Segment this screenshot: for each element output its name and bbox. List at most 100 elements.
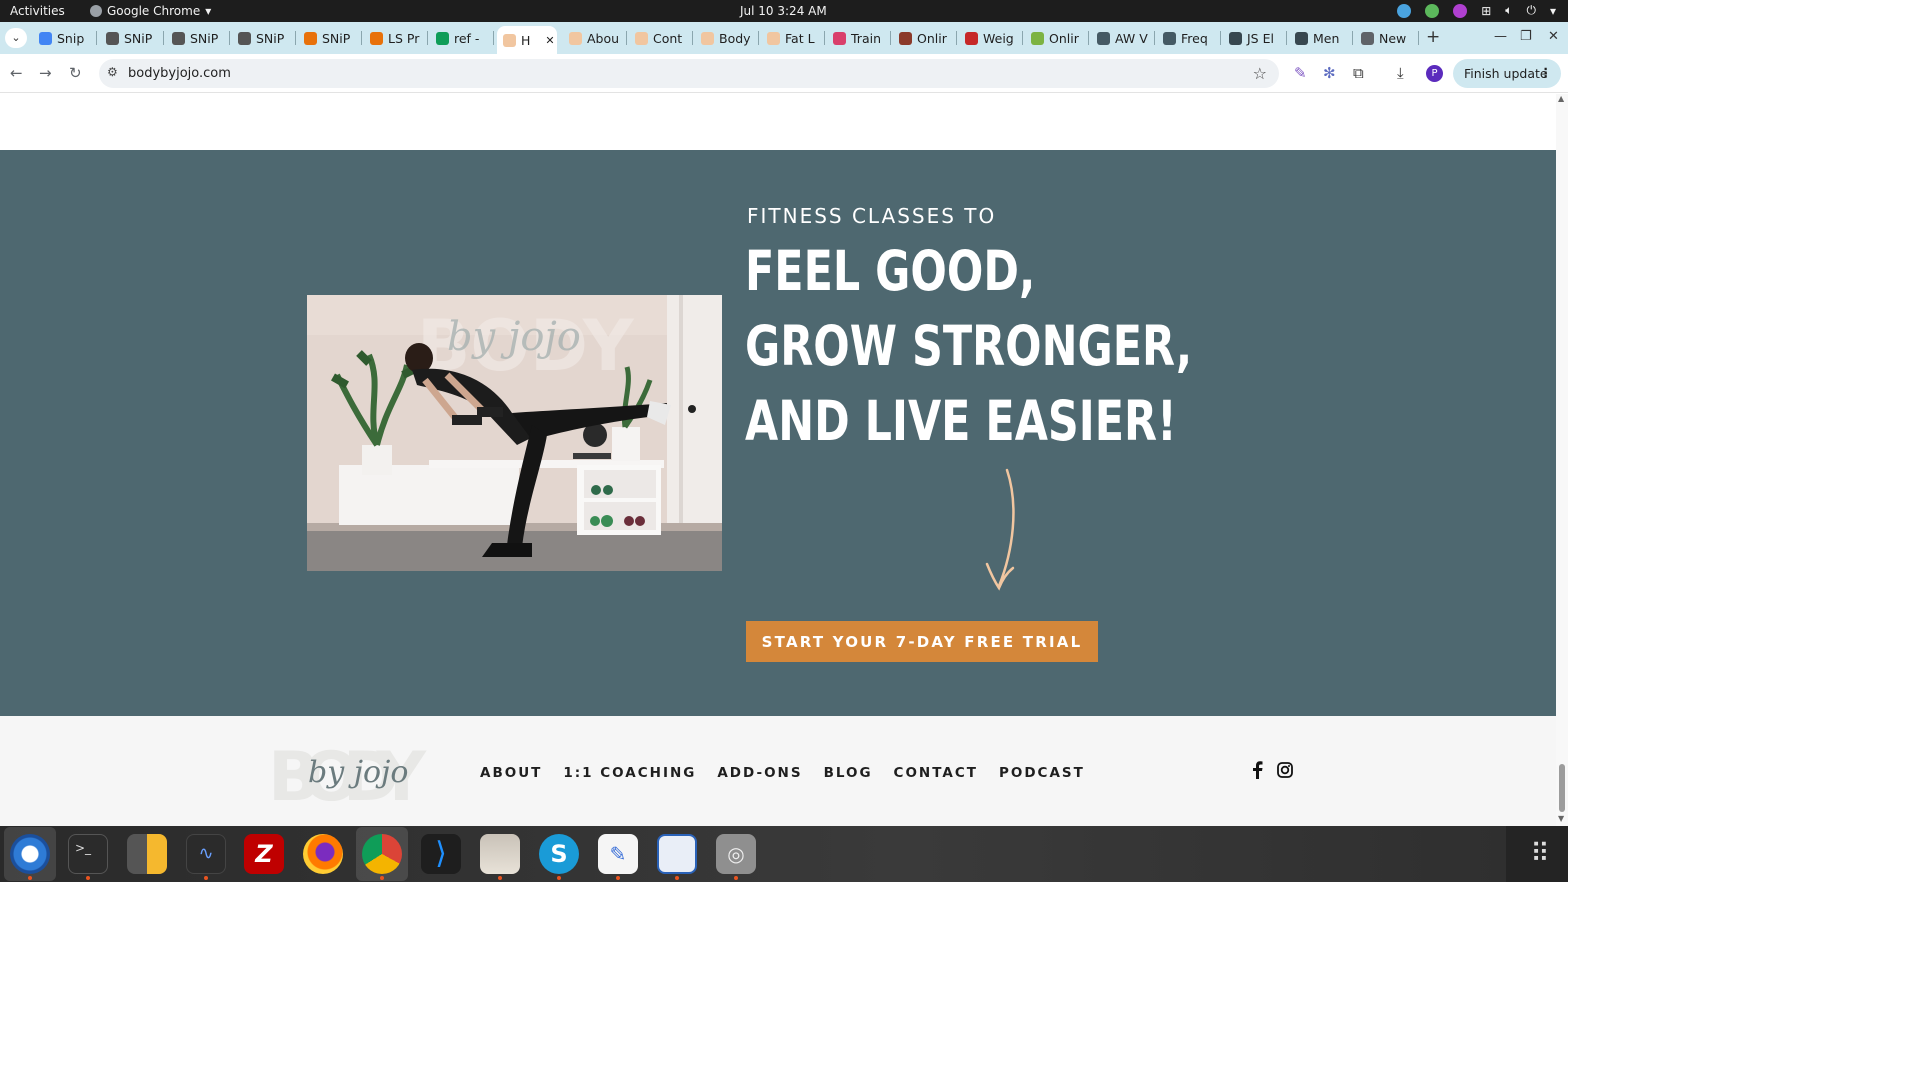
browser-tab[interactable]: Onlir — [1025, 26, 1089, 50]
tab-separator — [493, 31, 494, 45]
pen-extension-icon[interactable]: ✎ — [1294, 64, 1307, 82]
browser-tab[interactable]: ref - — [430, 26, 494, 50]
browser-tab[interactable]: AW V — [1091, 26, 1155, 50]
gear-extension-icon[interactable]: ✻ — [1323, 64, 1336, 82]
tab-search-icon[interactable]: ⌄ — [5, 28, 27, 48]
activities-button[interactable]: Activities — [10, 4, 65, 18]
browser-tab[interactable]: Men — [1289, 26, 1353, 50]
footer-nav-coaching[interactable]: 1:1 COACHING — [563, 765, 696, 781]
woman-exercising-image: BODY by jojo — [307, 295, 722, 571]
start-free-trial-button[interactable]: START YOUR 7-DAY FREE TRIAL — [746, 621, 1098, 662]
footer-nav-podcast[interactable]: PODCAST — [999, 765, 1085, 781]
running-indicator — [734, 876, 738, 880]
kebab-menu-icon[interactable]: ⋮ — [1540, 65, 1553, 80]
profile-avatar[interactable]: P — [1426, 65, 1443, 82]
forward-icon[interactable]: → — [39, 64, 52, 82]
tab-separator — [1022, 31, 1023, 45]
site-footer: BODY by jojo ABOUT 1:1 COACHING ADD-ONS … — [0, 716, 1556, 826]
writer-icon[interactable] — [657, 834, 697, 874]
terminal-icon[interactable]: >_ — [68, 834, 108, 874]
download-icon[interactable]: ⤓ — [1397, 64, 1404, 82]
bookmark-star-icon[interactable]: ☆ — [1253, 64, 1267, 83]
minimize-icon[interactable]: — — [1494, 29, 1507, 44]
tab-favicon-icon — [503, 33, 516, 47]
firefox-icon[interactable] — [303, 834, 343, 874]
facebook-icon[interactable] — [1250, 761, 1264, 779]
browser-tab[interactable]: LS Pr — [364, 26, 428, 50]
extensions-puzzle-icon[interactable]: ⧉ — [1353, 64, 1364, 82]
hero-headline: FEEL GOOD, GROW STRONGER, AND LIVE EASIE… — [745, 234, 1192, 459]
footer-nav-blog[interactable]: BLOG — [824, 765, 873, 781]
check-icon[interactable] — [1425, 3, 1440, 18]
tab-label: Train — [851, 30, 881, 46]
browser-tab[interactable]: Onlir — [893, 26, 957, 50]
filezilla-icon[interactable]: Z — [244, 834, 284, 874]
browser-tab[interactable]: SNiP — [232, 26, 296, 50]
tab-label: SNiP — [322, 30, 351, 46]
new-tab-icon[interactable]: + — [1426, 27, 1440, 47]
tab-label: SNiP — [190, 30, 219, 46]
finish-update-button[interactable]: Finish update ⋮ — [1453, 59, 1561, 88]
back-icon[interactable]: ← — [10, 64, 23, 82]
instagram-icon[interactable] — [1277, 762, 1293, 778]
address-bar[interactable]: ⚙ bodybyjojo.com ☆ — [99, 59, 1279, 88]
tab-favicon-icon — [1229, 31, 1242, 45]
close-tab-icon[interactable]: ✕ — [545, 34, 554, 47]
scroll-up-icon[interactable]: ▲ — [1558, 94, 1564, 103]
browser-tab[interactable]: SNiP — [166, 26, 230, 50]
footer-nav-add-ons[interactable]: ADD-ONS — [717, 765, 802, 781]
browser-tab[interactable]: Snip — [33, 26, 97, 50]
tab-separator — [229, 31, 230, 45]
tab-label: H — [521, 32, 531, 48]
system-tray[interactable]: ⊞ 🔈︎ ⏻ ▾ — [1397, 3, 1556, 18]
browser-tab[interactable]: Train — [827, 26, 891, 50]
browser-tab[interactable]: Weig — [959, 26, 1023, 50]
system-monitor-icon[interactable]: ∿ — [186, 834, 226, 874]
scrollbar-thumb[interactable] — [1559, 764, 1565, 812]
footer-logo[interactable]: BODY by jojo — [268, 730, 428, 810]
running-indicator — [616, 876, 620, 880]
browser-tab[interactable]: JS El — [1223, 26, 1287, 50]
footer-nav-about[interactable]: ABOUT — [480, 765, 542, 781]
skype-icon[interactable]: S — [539, 834, 579, 874]
calculator-icon[interactable] — [127, 834, 167, 874]
restore-icon[interactable]: ❐ — [1520, 29, 1532, 44]
site-info-icon[interactable]: ⚙ — [107, 65, 118, 79]
clock[interactable]: Jul 10 3:24 AM — [740, 4, 827, 18]
page-scrollbar[interactable]: ▲ ▼ — [1556, 94, 1568, 826]
chrome-icon[interactable] — [362, 834, 402, 874]
disk-icon[interactable]: ◎ — [716, 834, 756, 874]
power-icon[interactable]: ⏻ — [1526, 3, 1536, 18]
volume-icon[interactable]: 🔈︎ — [1505, 3, 1512, 18]
network-icon[interactable]: ⊞ — [1481, 4, 1491, 18]
text-editor-icon[interactable]: ✎ — [598, 834, 638, 874]
tab-label: ref - — [454, 30, 480, 46]
app-grid-icon[interactable]: ⠿ — [1520, 834, 1560, 874]
scroll-down-icon[interactable]: ▼ — [1558, 814, 1564, 823]
sync-icon[interactable] — [1397, 3, 1412, 18]
browser-tab[interactable]: Cont — [629, 26, 693, 50]
thunderbird-icon[interactable] — [10, 834, 50, 874]
tab-label: Snip — [57, 30, 85, 46]
browser-tab[interactable]: Abou — [563, 26, 627, 50]
footer-logo-script: by jojo — [308, 755, 408, 790]
dock: >_ ∿ Z ⟩ S ✎ ◎ ⠿ — [0, 826, 1568, 882]
reload-icon[interactable]: ↻ — [69, 64, 82, 82]
tab-favicon-icon — [635, 31, 648, 45]
files-icon[interactable] — [480, 834, 520, 874]
vscode-icon[interactable]: ⟩ — [421, 834, 461, 874]
browser-tab[interactable]: Body — [695, 26, 759, 50]
browser-tab[interactable]: New — [1355, 26, 1419, 50]
app-menu[interactable]: Google Chrome ▾ — [90, 4, 211, 18]
browser-tab[interactable]: H ✕ — [497, 26, 557, 54]
browser-tab[interactable]: Fat L — [761, 26, 825, 50]
browser-tab[interactable]: Freq — [1157, 26, 1221, 50]
browser-tab[interactable]: SNiP — [100, 26, 164, 50]
tray-caret-icon[interactable]: ▾ — [1550, 4, 1556, 18]
close-window-icon[interactable]: ✕ — [1548, 29, 1559, 44]
footer-nav-contact[interactable]: CONTACT — [894, 765, 978, 781]
tab-favicon-icon — [370, 31, 383, 45]
browser-tab[interactable]: SNiP — [298, 26, 362, 50]
app-indicator-icon[interactable] — [1453, 3, 1468, 18]
tab-separator — [956, 31, 957, 45]
